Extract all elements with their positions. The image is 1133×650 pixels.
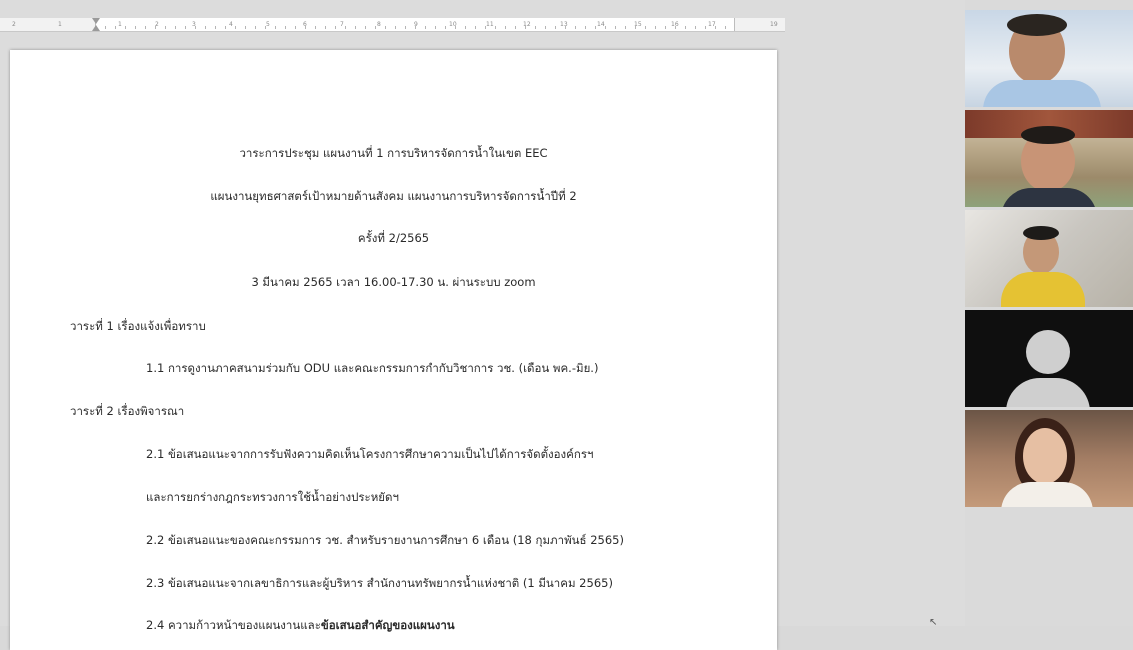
participant-video-tile[interactable] <box>965 310 1133 407</box>
agenda-heading: วาระที่ 2 เรื่องพิจารณา <box>70 404 185 418</box>
ruler-number: 9 <box>414 21 418 28</box>
participant-hair <box>1007 14 1067 36</box>
ruler-number: 1 <box>58 21 62 28</box>
document-page[interactable]: วาระการประชุม แผนงานที่ 1 การบริหารจัดกา… <box>10 50 777 650</box>
agenda-item-continuation: และการยกร่างกฎกระทรวงการใช้น้ำอย่างประหย… <box>146 490 399 504</box>
ruler-number: 10 <box>449 21 457 28</box>
ruler-number: 19 <box>770 21 778 28</box>
participant-hair <box>1021 126 1075 144</box>
ruler-number: 7 <box>340 21 344 28</box>
agenda-heading: วาระที่ 1 เรื่องแจ้งเพื่อทราบ <box>70 319 206 333</box>
user-avatar-icon <box>1026 330 1070 374</box>
user-avatar-body <box>1006 378 1090 407</box>
ruler-number: 11 <box>486 21 494 28</box>
agenda-item: 2.2 ข้อเสนอแนะของคณะกรรมการ วช. สำหรับรา… <box>146 533 624 547</box>
meeting-date: 3 มีนาคม 2565 เวลา 16.00-17.30 น. ผ่านระ… <box>251 275 536 289</box>
ruler-number: 3 <box>192 21 196 28</box>
agenda-item: 1.1 การดูงานภาคสนามร่วมกับ ODU และคณะกรร… <box>146 361 599 375</box>
meeting-number: ครั้งที่ 2/2565 <box>357 231 430 245</box>
ruler-ticks: 1 2 3 4 5 6 7 8 9 10 11 12 13 14 15 16 1… <box>95 18 735 31</box>
participant-face <box>1023 428 1067 484</box>
participant-shirt <box>983 80 1101 107</box>
participant-video-tile[interactable] <box>965 410 1133 507</box>
participant-hair <box>1023 226 1059 240</box>
agenda-item: 2.4 ความก้าวหน้าของแผนงานและข้อเสนอสำคัญ… <box>146 617 455 635</box>
ruler-number: 12 <box>523 21 531 28</box>
ruler-number: 14 <box>597 21 605 28</box>
shared-screen: 2 1 1 2 3 4 5 6 7 8 9 10 11 12 13 14 15 … <box>0 0 965 650</box>
ruler-number: 5 <box>266 21 270 28</box>
first-line-indent-marker[interactable] <box>92 18 100 24</box>
agenda-item-bold-text: ข้อเสนอสำคัญของแผนงาน <box>320 618 455 632</box>
agenda-item: 2.3 ข้อเสนอแนะจากเลขาธิการและผู้บริหาร ส… <box>146 576 613 590</box>
participant-shirt <box>1001 188 1097 207</box>
ruler-number: 8 <box>377 21 381 28</box>
participant-video-tile[interactable] <box>965 10 1133 107</box>
mouse-cursor-icon: ↖ <box>929 617 938 628</box>
hanging-indent-marker[interactable] <box>92 25 100 31</box>
ruler-number: 15 <box>634 21 642 28</box>
ruler-number: 6 <box>303 21 307 28</box>
ruler-number: 2 <box>12 21 16 28</box>
ruler-number: 13 <box>560 21 568 28</box>
agenda-item: 2.1 ข้อเสนอแนะจากการรับฟังความคิดเห็นโคร… <box>146 447 594 461</box>
participant-video-tile[interactable] <box>965 110 1133 207</box>
document-title: วาระการประชุม แผนงานที่ 1 การบริหารจัดกา… <box>239 146 548 160</box>
ruler-number: 1 <box>118 21 122 28</box>
participant-shirt <box>1001 482 1093 507</box>
document-subtitle: แผนงานยุทธศาสตร์เป้าหมายด้านสังคม แผนงาน… <box>210 189 577 203</box>
participant-shirt <box>1001 272 1085 307</box>
ruler-number: 2 <box>155 21 159 28</box>
ruler-number: 17 <box>708 21 716 28</box>
participant-video-tile[interactable] <box>965 210 1133 307</box>
agenda-item-text: 2.4 ความก้าวหน้าของแผนงานและ <box>146 618 321 632</box>
ruler-number: 16 <box>671 21 679 28</box>
horizontal-ruler[interactable]: 2 1 1 2 3 4 5 6 7 8 9 10 11 12 13 14 15 … <box>0 18 785 32</box>
ruler-number: 4 <box>229 21 233 28</box>
